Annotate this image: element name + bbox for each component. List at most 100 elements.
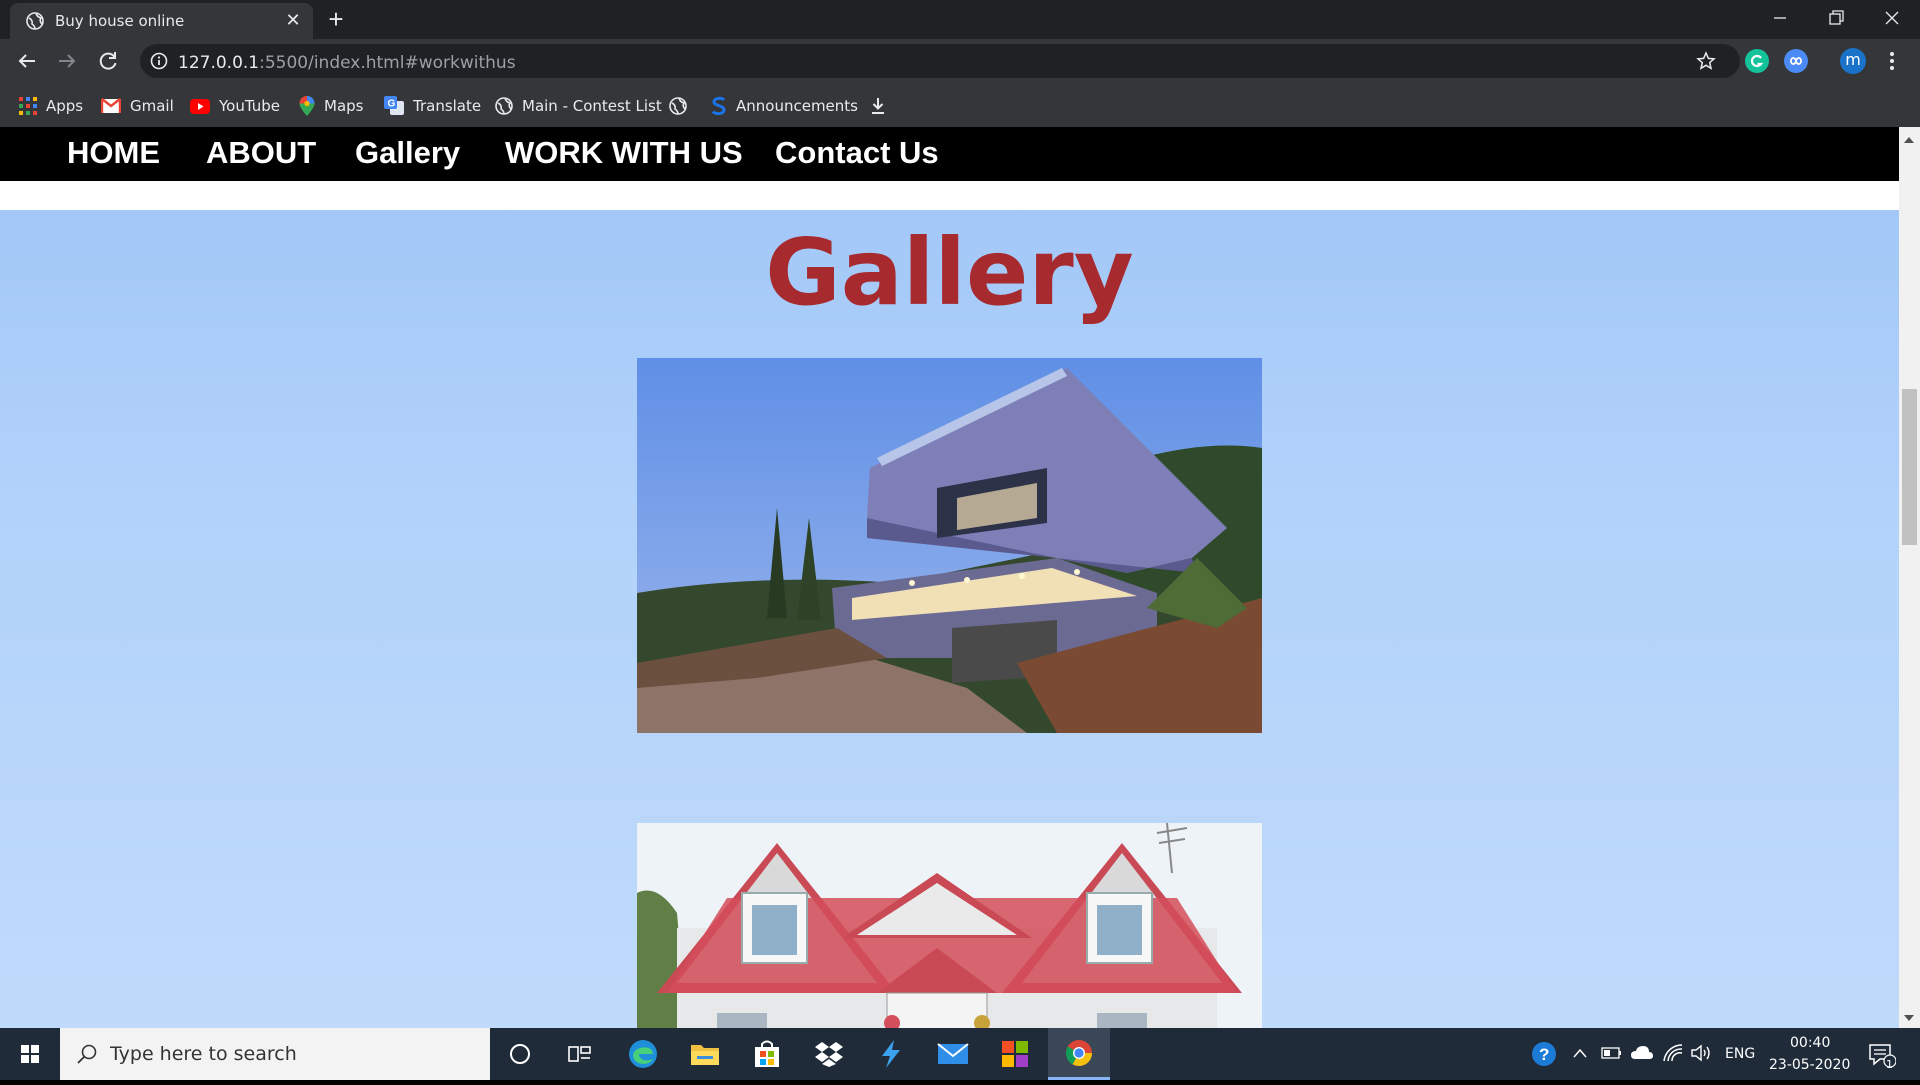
chrome-icon: [1065, 1039, 1093, 1066]
gallery-heading: Gallery: [765, 219, 1134, 326]
browser-tab-bar: Buy house online ✕ +: [0, 0, 1920, 39]
address-bar[interactable]: 127.0.0.1:5500/index.html#workwithus: [140, 44, 1740, 78]
infinity-icon: [1790, 57, 1802, 65]
bookmark-download[interactable]: [870, 95, 895, 117]
extension-icon[interactable]: [1784, 49, 1808, 73]
globe-icon: [669, 97, 687, 115]
nav-link-home[interactable]: HOME: [67, 133, 160, 173]
dropbox-icon: [815, 1042, 843, 1067]
svg-text:G: G: [388, 99, 396, 110]
close-window-button[interactable]: [1864, 0, 1920, 36]
bookmark-label: YouTube: [219, 97, 280, 115]
bookmark-star-icon[interactable]: [1696, 51, 1716, 71]
menu-dots-icon[interactable]: [1882, 50, 1902, 72]
task-view-button[interactable]: [549, 1028, 611, 1080]
bookmark-maps[interactable]: Maps: [299, 95, 363, 117]
store-button[interactable]: [736, 1028, 798, 1080]
restore-window-button[interactable]: [1808, 0, 1864, 36]
nav-link-about[interactable]: ABOUT: [206, 133, 316, 173]
dropbox-button[interactable]: [798, 1028, 860, 1080]
back-arrow-icon[interactable]: [13, 47, 41, 75]
edge-app-button[interactable]: [612, 1028, 674, 1080]
forward-arrow-icon[interactable]: [53, 47, 81, 75]
scroll-down-arrow-icon[interactable]: [1904, 1015, 1914, 1021]
reload-icon[interactable]: [94, 47, 122, 75]
taskbar-search-box[interactable]: Type here to search: [60, 1028, 490, 1080]
wifi-icon[interactable]: [1662, 1043, 1684, 1063]
vscode-button[interactable]: [860, 1028, 922, 1080]
search-placeholder: Type here to search: [110, 1043, 297, 1065]
gmail-icon: [101, 98, 121, 113]
search-icon: [77, 1044, 97, 1064]
minimize-icon: [1774, 17, 1786, 19]
page-scrollbar[interactable]: [1899, 127, 1920, 1028]
browser-toolbar: 127.0.0.1:5500/index.html#workwithus m: [0, 39, 1920, 83]
mail-button[interactable]: [922, 1028, 984, 1080]
language-indicator[interactable]: ENG: [1725, 1046, 1755, 1062]
bookmark-gmail[interactable]: Gmail: [101, 95, 174, 117]
close-icon: [1885, 11, 1899, 25]
bookmark-main-contest-list[interactable]: Main - Contest List: [495, 95, 662, 117]
gallery-section: Gallery: [0, 210, 1899, 1028]
site-navbar: HOME ABOUT Gallery WORK WITH US Contact …: [0, 127, 1899, 181]
svg-text:?: ?: [1539, 1045, 1549, 1064]
onedrive-cloud-icon[interactable]: [1630, 1043, 1654, 1063]
windows-taskbar: Type here to search ? ENG 00:40 23-05-20…: [0, 1028, 1920, 1080]
bookmark-label: Translate: [413, 97, 482, 115]
red-roof-house-photo: [637, 823, 1262, 1028]
store-bag-icon: [755, 1040, 779, 1067]
chrome-app-button[interactable]: [1048, 1028, 1110, 1080]
s-logo-icon: [711, 96, 726, 116]
translate-icon: G: [384, 96, 404, 115]
new-tab-button[interactable]: +: [322, 6, 350, 32]
grammarly-g-icon: [1750, 54, 1764, 68]
close-tab-icon[interactable]: ✕: [283, 10, 303, 30]
bookmark-youtube[interactable]: YouTube: [190, 95, 280, 117]
help-icon[interactable]: ?: [1530, 1040, 1558, 1068]
minimize-window-button[interactable]: [1752, 0, 1808, 36]
office-app-button[interactable]: [984, 1028, 1046, 1080]
bookmark-apps[interactable]: Apps: [19, 95, 83, 117]
colorful-squares-icon: [1002, 1041, 1028, 1067]
cortana-button[interactable]: [489, 1028, 551, 1080]
page-viewport: HOME ABOUT Gallery WORK WITH US Contact …: [0, 127, 1899, 1028]
info-icon[interactable]: [150, 52, 168, 70]
battery-icon[interactable]: [1601, 1045, 1623, 1061]
download-icon: [872, 98, 884, 114]
restore-icon: [1829, 10, 1844, 25]
nav-link-gallery[interactable]: Gallery: [355, 133, 460, 173]
notification-count: 1: [1886, 1058, 1893, 1071]
globe-icon: [495, 97, 513, 115]
start-button[interactable]: [0, 1028, 60, 1080]
task-view-icon: [568, 1046, 591, 1062]
bookmark-label: Announcements: [736, 97, 858, 115]
edge-icon: [629, 1040, 657, 1068]
volume-icon[interactable]: [1690, 1043, 1714, 1063]
url-host: 127.0.0.1: [178, 53, 260, 73]
cortana-circle-icon: [510, 1044, 530, 1064]
maps-pin-icon: [299, 96, 315, 116]
bookmark-announcements[interactable]: Announcements: [711, 95, 858, 117]
bookmark-globe[interactable]: [669, 95, 696, 117]
scrollbar-thumb[interactable]: [1902, 389, 1917, 545]
modern-house-photo: [637, 358, 1262, 733]
browser-tab[interactable]: Buy house online ✕: [10, 3, 313, 39]
tab-title: Buy house online: [55, 12, 185, 30]
bookmarks-bar: Apps Gmail YouTube Maps G Translate Main…: [0, 83, 1920, 127]
file-explorer-button[interactable]: [674, 1028, 736, 1080]
clock-time[interactable]: 00:40: [1790, 1035, 1830, 1051]
bookmark-label: Gmail: [130, 97, 174, 115]
scroll-up-arrow-icon[interactable]: [1904, 137, 1914, 143]
folder-icon: [691, 1045, 719, 1065]
grammarly-extension-icon[interactable]: [1745, 49, 1769, 73]
bolt-icon: [882, 1040, 900, 1068]
youtube-icon: [190, 98, 210, 114]
url-text: 127.0.0.1:5500/index.html#workwithus: [178, 53, 516, 73]
clock-date[interactable]: 23-05-2020: [1769, 1057, 1850, 1073]
bookmark-label: Maps: [324, 97, 364, 115]
bookmark-translate[interactable]: G Translate: [384, 95, 481, 117]
nav-link-contact-us[interactable]: Contact Us: [775, 133, 939, 173]
nav-link-work-with-us[interactable]: WORK WITH US: [505, 133, 743, 173]
chevron-up-icon[interactable]: [1572, 1046, 1588, 1060]
profile-avatar[interactable]: m: [1840, 48, 1866, 74]
